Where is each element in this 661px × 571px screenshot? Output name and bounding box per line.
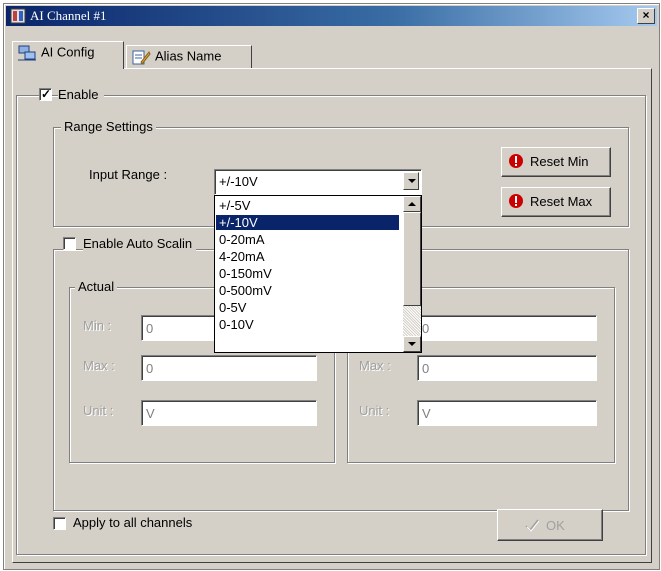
- range-option[interactable]: 0-500mV: [216, 283, 399, 298]
- actual-max-value: 0: [146, 361, 154, 376]
- actual-unit-label: Unit :: [83, 403, 114, 418]
- scaled-max-field[interactable]: 0: [417, 355, 597, 381]
- scaled-min-field[interactable]: 0: [417, 315, 597, 341]
- reset-min-label: Reset Min: [530, 154, 589, 169]
- reset-min-button[interactable]: Reset Min: [501, 147, 611, 177]
- range-option[interactable]: 4-20mA: [216, 249, 399, 264]
- window-title: AI Channel #1: [30, 8, 107, 23]
- range-option[interactable]: 0-150mV: [216, 266, 399, 281]
- enable-checkbox[interactable]: ✓: [39, 87, 52, 101]
- chevron-down-icon: [408, 342, 416, 346]
- actual-max-field[interactable]: 0: [141, 355, 317, 381]
- close-icon: ×: [642, 8, 650, 22]
- reset-max-label: Reset Max: [530, 194, 593, 209]
- app-icon: [10, 8, 26, 24]
- range-option[interactable]: +/-5V: [216, 198, 399, 213]
- input-range-dropdown-list[interactable]: +/-5V +/-10V 0-20mA 4-20mA 0-150mV 0-500…: [214, 195, 422, 353]
- dropdown-scrollbar[interactable]: [403, 196, 421, 352]
- scaled-unit-field[interactable]: V: [417, 400, 597, 426]
- check-mark-icon: ✓: [41, 87, 52, 101]
- reset-max-button[interactable]: Reset Max: [501, 187, 611, 217]
- range-option[interactable]: 0-10V: [216, 317, 399, 332]
- scaled-max-label: Max :: [359, 358, 391, 373]
- actual-title: Actual: [75, 279, 118, 294]
- apply-all-label: Apply to all channels: [73, 515, 193, 530]
- actual-min-value: 0: [146, 321, 154, 336]
- title-bar[interactable]: AI Channel #1 ×: [6, 6, 657, 26]
- range-option[interactable]: 0-5V: [216, 300, 399, 315]
- tab-panel: ✓ Enable Range Settings Input Range : +/…: [12, 68, 652, 563]
- close-button[interactable]: ×: [637, 8, 655, 24]
- reset-warning-icon: [509, 154, 523, 168]
- dropdown-arrow-button[interactable]: [403, 172, 419, 190]
- actual-min-label: Min :: [83, 318, 112, 333]
- scaled-unit-label: Unit :: [359, 403, 390, 418]
- range-settings-title: Range Settings: [61, 119, 156, 134]
- tab-ai-config[interactable]: AI Config: [12, 41, 124, 69]
- dialog-window: AI Channel #1 × AI Config Alias Name ✓ E…: [3, 3, 660, 570]
- chevron-up-icon: [408, 202, 416, 206]
- actual-unit-field[interactable]: V: [141, 400, 317, 426]
- auto-scaling-label: Enable Auto Scalin: [83, 236, 197, 251]
- scaled-min-value: 0: [422, 321, 430, 336]
- input-range-select[interactable]: +/-10V: [214, 169, 422, 195]
- scroll-down-button[interactable]: [403, 336, 421, 352]
- scaled-max-value: 0: [422, 361, 430, 376]
- enable-label: Enable: [58, 87, 105, 102]
- network-config-icon: [18, 45, 36, 61]
- input-range-value: +/-10V: [219, 174, 258, 189]
- scroll-thumb[interactable]: [403, 212, 421, 306]
- range-option-selected[interactable]: +/-10V: [216, 215, 399, 230]
- ok-label: OK: [546, 518, 565, 533]
- tab-ai-config-label: AI Config: [41, 44, 95, 60]
- apply-all-checkbox[interactable]: [53, 517, 66, 530]
- range-option[interactable]: 0-20mA: [216, 232, 399, 247]
- tab-alias-name-label: Alias Name: [155, 48, 222, 64]
- tab-alias-name[interactable]: Alias Name: [126, 45, 252, 68]
- edit-note-icon: [132, 50, 151, 65]
- actual-unit-value: V: [146, 406, 155, 421]
- ok-button[interactable]: OK: [497, 509, 603, 541]
- auto-scaling-checkbox[interactable]: [63, 237, 76, 250]
- chevron-down-icon: [408, 179, 416, 183]
- actual-max-label: Max :: [83, 358, 115, 373]
- input-range-label: Input Range :: [89, 167, 168, 182]
- reset-warning-icon: [509, 194, 523, 208]
- scroll-up-button[interactable]: [403, 196, 421, 212]
- checkmark-icon: [525, 519, 540, 532]
- scaled-unit-value: V: [422, 406, 431, 421]
